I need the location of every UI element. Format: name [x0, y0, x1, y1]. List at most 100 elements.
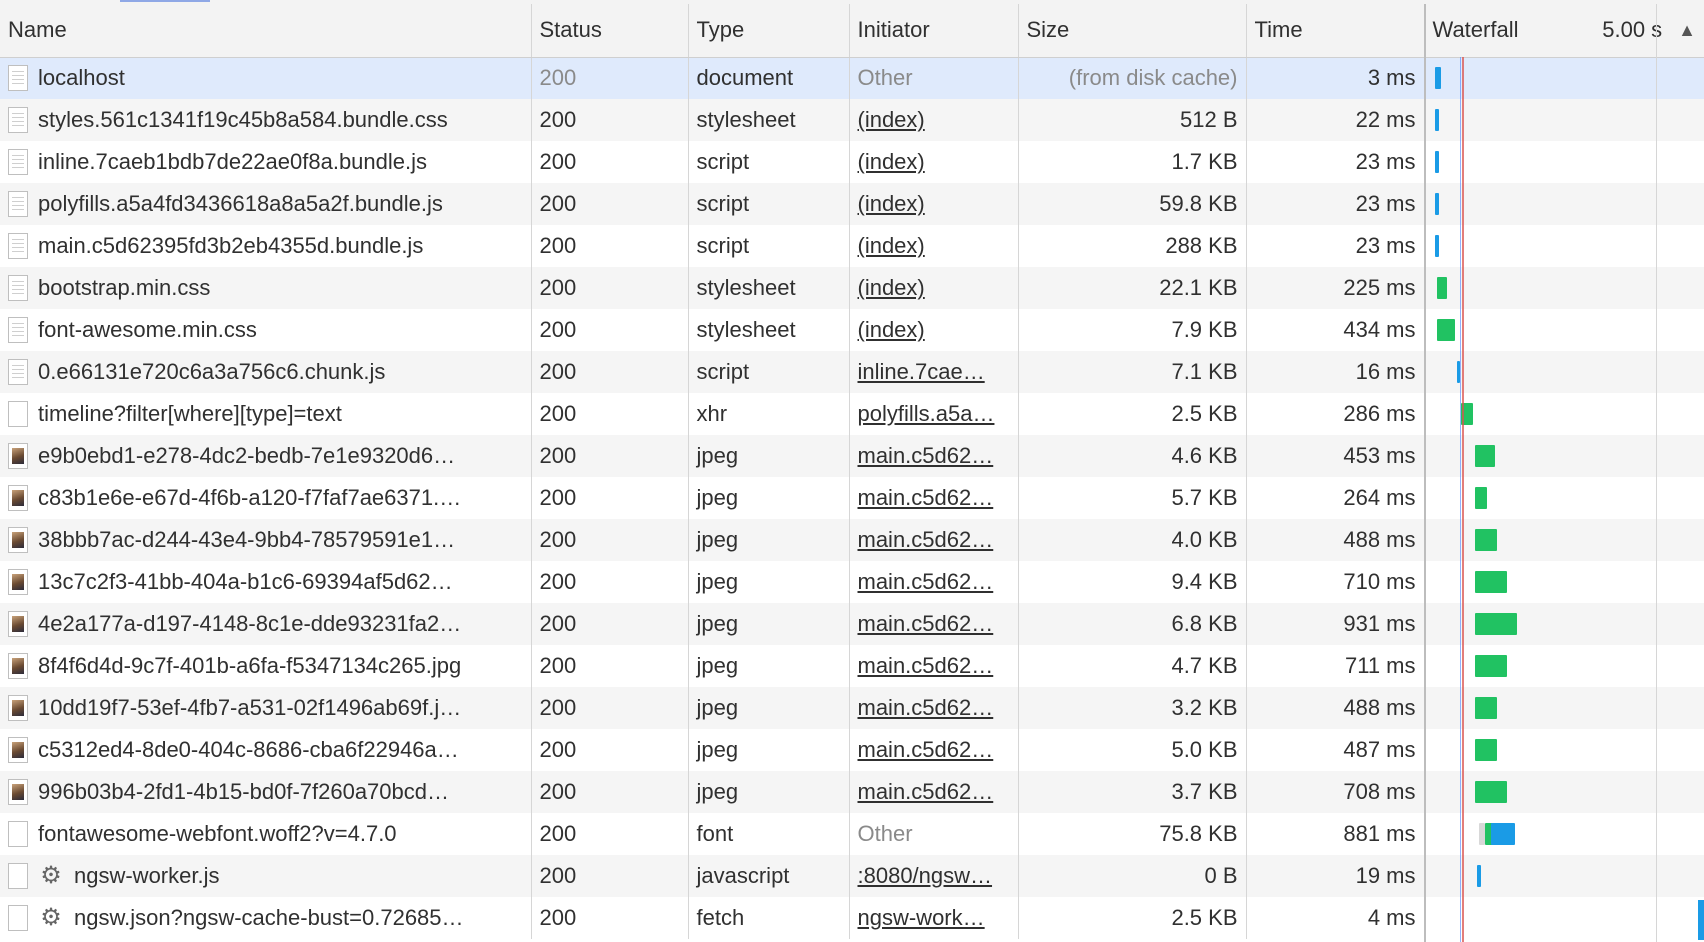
cell-name[interactable]: e9b0ebd1-e278-4dc2-bedb-7e1e9320d6…	[0, 435, 532, 477]
table-row[interactable]: timeline?filter[where][type]=text 200 xhr p…	[0, 393, 1704, 435]
initiator-link[interactable]: (index)	[858, 149, 925, 174]
cell-initiator[interactable]: (index)	[849, 225, 1019, 267]
column-header-type[interactable]: Type	[688, 4, 850, 58]
table-row[interactable]: e9b0ebd1-e278-4dc2-bedb-7e1e9320d6… 200 jp…	[0, 435, 1704, 477]
initiator-link[interactable]: main.c5d62…	[858, 611, 994, 636]
cell-initiator[interactable]: main.c5d62…	[849, 519, 1019, 561]
image-thumbnail-icon	[8, 695, 28, 721]
cell-name[interactable]: styles.561c1341f19c45b8a584.bundle.css	[0, 99, 532, 141]
table-row[interactable]: main.c5d62395fd3b2eb4355d.bundle.js 200 sc…	[0, 225, 1704, 267]
cell-name[interactable]: bootstrap.min.css	[0, 267, 532, 309]
table-row[interactable]: polyfills.a5a4fd3436618a8a5a2f.bundle.js…	[0, 183, 1704, 225]
table-row[interactable]: 13c7c2f3-41bb-404a-b1c6-69394af5d62… 200 j…	[0, 561, 1704, 603]
cell-initiator[interactable]: polyfills.a5a…	[849, 393, 1019, 435]
table-row[interactable]: ⚙ ngsw.json?ngsw-cache-bust=0.72685… 200 fe…	[0, 897, 1704, 939]
table-row[interactable]: 38bbb7ac-d244-43e4-9bb4-78579591e1… 200 jp…	[0, 519, 1704, 561]
cell-status: 200	[531, 225, 689, 267]
table-row[interactable]: 10dd19f7-53ef-4fb7-a531-02f1496ab69f.j… 2…	[0, 687, 1704, 729]
cell-name[interactable]: inline.7caeb1bdb7de22ae0f8a.bundle.js	[0, 141, 532, 183]
cell-name[interactable]: fontawesome-webfont.woff2?v=4.7.0	[0, 813, 532, 855]
cell-name[interactable]: localhost	[0, 57, 532, 99]
request-name: e9b0ebd1-e278-4dc2-bedb-7e1e9320d6…	[38, 443, 456, 468]
cell-status: 200	[531, 393, 689, 435]
cell-initiator[interactable]: main.c5d62…	[849, 771, 1019, 813]
cell-initiator[interactable]: ngsw-work…	[849, 897, 1019, 939]
initiator-link[interactable]: (index)	[858, 275, 925, 300]
initiator-link[interactable]: ngsw-work…	[858, 905, 985, 930]
table-row[interactable]: 8f4f6d4d-9c7f-401b-a6fa-f5347134c265.jpg…	[0, 645, 1704, 687]
sort-ascending-icon[interactable]: ▲	[1678, 20, 1696, 41]
table-row[interactable]: 996b03b4-2fd1-4b15-bd0f-7f260a70bcd… 200 j…	[0, 771, 1704, 813]
table-row[interactable]: c5312ed4-8de0-404c-8686-cba6f22946a… 200 j…	[0, 729, 1704, 771]
cell-name[interactable]: 38bbb7ac-d244-43e4-9bb4-78579591e1…	[0, 519, 532, 561]
cell-initiator[interactable]: (index)	[849, 309, 1019, 351]
column-header-waterfall[interactable]: Waterfall 5.00 s ▲	[1424, 4, 1704, 58]
table-row[interactable]: inline.7caeb1bdb7de22ae0f8a.bundle.js 200…	[0, 141, 1704, 183]
initiator-link[interactable]: main.c5d62…	[858, 737, 994, 762]
table-row[interactable]: ⚙ ngsw-worker.js 200 javascript:8080/ngsw… 0…	[0, 855, 1704, 897]
initiator-link[interactable]: main.c5d62…	[858, 653, 994, 678]
cell-name[interactable]: polyfills.a5a4fd3436618a8a5a2f.bundle.js	[0, 183, 532, 225]
cell-name[interactable]: 996b03b4-2fd1-4b15-bd0f-7f260a70bcd…	[0, 771, 532, 813]
cell-initiator[interactable]: main.c5d62…	[849, 561, 1019, 603]
cell-size-text: 7.1 KB	[1171, 359, 1238, 384]
cell-type-text: xhr	[696, 401, 728, 426]
table-row[interactable]: c83b1e6e-e67d-4f6b-a120-f7faf7ae6371.… 20…	[0, 477, 1704, 519]
waterfall-column-divider[interactable]	[1424, 4, 1426, 942]
cell-initiator[interactable]: main.c5d62…	[849, 435, 1019, 477]
cell-name[interactable]: ⚙ ngsw.json?ngsw-cache-bust=0.72685…	[0, 897, 532, 939]
initiator-link[interactable]: (index)	[858, 233, 925, 258]
initiator-link[interactable]: main.c5d62…	[858, 779, 994, 804]
cell-initiator[interactable]: main.c5d62…	[849, 603, 1019, 645]
cell-initiator[interactable]: (index)	[849, 141, 1019, 183]
initiator-link[interactable]: main.c5d62…	[858, 485, 994, 510]
table-row[interactable]: 4e2a177a-d197-4148-8c1e-dde93231fa2… 200 j…	[0, 603, 1704, 645]
cell-name[interactable]: main.c5d62395fd3b2eb4355d.bundle.js	[0, 225, 532, 267]
table-row[interactable]: 0.e66131e720c6a3a756c6.chunk.js 200 script…	[0, 351, 1704, 393]
cell-name[interactable]: ⚙ ngsw-worker.js	[0, 855, 532, 897]
cell-initiator[interactable]: main.c5d62…	[849, 687, 1019, 729]
cell-size: 7.1 KB	[1018, 351, 1247, 393]
initiator-link[interactable]: main.c5d62…	[858, 527, 994, 552]
initiator-link[interactable]: main.c5d62…	[858, 569, 994, 594]
cell-initiator[interactable]: (index)	[849, 99, 1019, 141]
cell-name[interactable]: font-awesome.min.css	[0, 309, 532, 351]
image-thumbnail-icon	[8, 527, 28, 553]
cell-name[interactable]: 4e2a177a-d197-4148-8c1e-dde93231fa2…	[0, 603, 532, 645]
cell-initiator[interactable]: inline.7cae…	[849, 351, 1019, 393]
cell-size-text: 59.8 KB	[1159, 191, 1238, 216]
table-row[interactable]: bootstrap.min.css 200 stylesheet (index) 22.…	[0, 267, 1704, 309]
request-name: main.c5d62395fd3b2eb4355d.bundle.js	[38, 233, 424, 258]
cell-name[interactable]: 8f4f6d4d-9c7f-401b-a6fa-f5347134c265.jpg	[0, 645, 532, 687]
cell-status-text: 200	[539, 863, 577, 888]
cell-initiator[interactable]: (index)	[849, 183, 1019, 225]
table-row[interactable]: fontawesome-webfont.woff2?v=4.7.0 200 font…	[0, 813, 1704, 855]
cell-initiator[interactable]: main.c5d62…	[849, 477, 1019, 519]
column-header-time[interactable]: Time	[1246, 4, 1425, 58]
initiator-link[interactable]: inline.7cae…	[858, 359, 985, 384]
table-row[interactable]: font-awesome.min.css 200 stylesheet (index)…	[0, 309, 1704, 351]
column-header-size[interactable]: Size	[1018, 4, 1247, 58]
table-row[interactable]: localhost 200 document Other (from disk cach…	[0, 57, 1704, 99]
cell-initiator[interactable]: main.c5d62…	[849, 729, 1019, 771]
cell-name[interactable]: timeline?filter[where][type]=text	[0, 393, 532, 435]
cell-name[interactable]: 13c7c2f3-41bb-404a-b1c6-69394af5d62…	[0, 561, 532, 603]
cell-name[interactable]: 10dd19f7-53ef-4fb7-a531-02f1496ab69f.j…	[0, 687, 532, 729]
cell-name[interactable]: c5312ed4-8de0-404c-8686-cba6f22946a…	[0, 729, 532, 771]
initiator-link[interactable]: polyfills.a5a…	[858, 401, 995, 426]
initiator-link[interactable]: (index)	[858, 107, 925, 132]
initiator-link[interactable]: main.c5d62…	[858, 695, 994, 720]
column-header-status[interactable]: Status	[531, 4, 689, 58]
initiator-link[interactable]: (index)	[858, 191, 925, 216]
table-row[interactable]: styles.561c1341f19c45b8a584.bundle.css 20…	[0, 99, 1704, 141]
initiator-link[interactable]: main.c5d62…	[858, 443, 994, 468]
cell-name[interactable]: 0.e66131e720c6a3a756c6.chunk.js	[0, 351, 532, 393]
cell-initiator[interactable]: (index)	[849, 267, 1019, 309]
cell-name[interactable]: c83b1e6e-e67d-4f6b-a120-f7faf7ae6371.…	[0, 477, 532, 519]
initiator-link[interactable]: (index)	[858, 317, 925, 342]
cell-initiator[interactable]: :8080/ngsw…	[849, 855, 1019, 897]
initiator-link[interactable]: :8080/ngsw…	[858, 863, 993, 888]
column-header-name[interactable]: Name	[0, 4, 532, 58]
column-header-initiator[interactable]: Initiator	[849, 4, 1019, 58]
cell-initiator[interactable]: main.c5d62…	[849, 645, 1019, 687]
